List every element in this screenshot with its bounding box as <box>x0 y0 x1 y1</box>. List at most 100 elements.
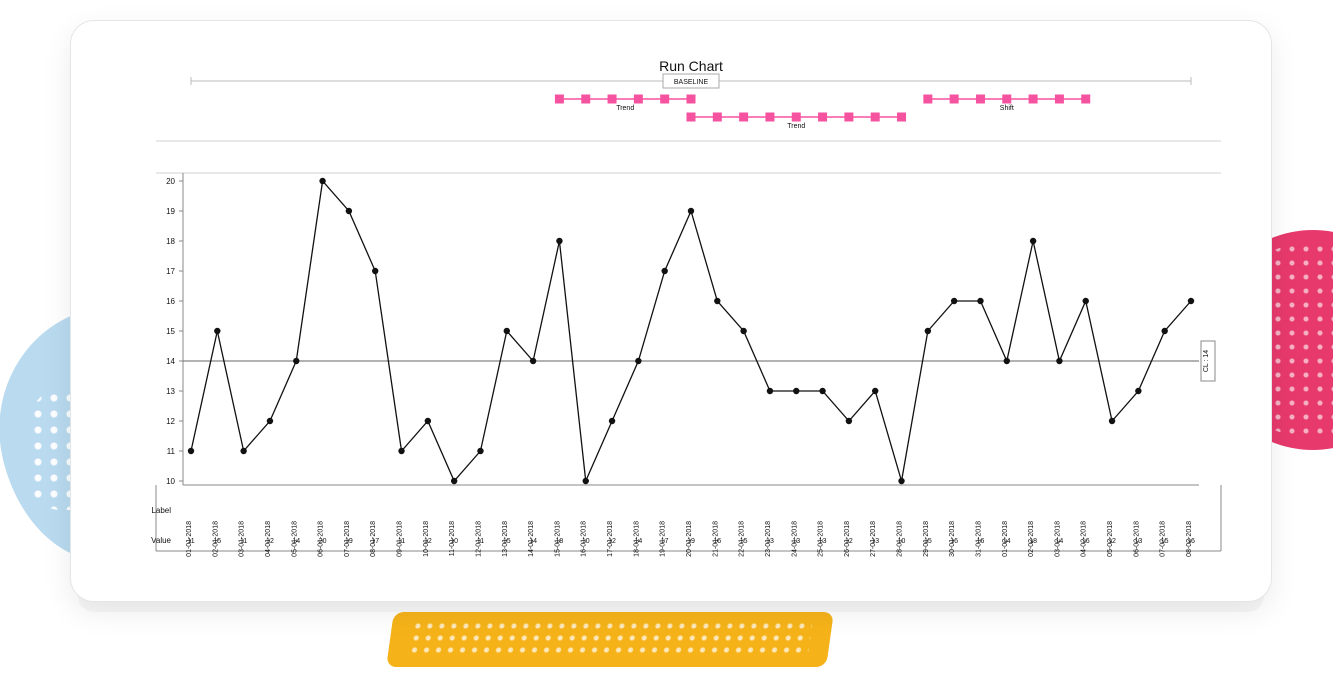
data-point <box>846 418 852 424</box>
x-tick-value: 16 <box>977 538 985 545</box>
y-tick: 14 <box>166 357 175 366</box>
chart-title: Run Chart <box>659 58 723 74</box>
x-tick-value: 13 <box>766 538 774 545</box>
x-tick-value: 15 <box>1161 538 1169 545</box>
data-point <box>556 238 562 244</box>
x-tick-value: 15 <box>740 538 748 545</box>
x-tick-value: 14 <box>1003 538 1011 545</box>
x-tick-value: 12 <box>608 538 616 545</box>
data-point <box>714 298 720 304</box>
data-point <box>925 328 931 334</box>
x-tick-value: 15 <box>924 538 932 545</box>
data-point <box>372 268 378 274</box>
data-point <box>398 448 404 454</box>
x-tick-value: 19 <box>345 538 353 545</box>
data-point <box>240 448 246 454</box>
x-tick-value: 10 <box>898 538 906 545</box>
data-point <box>477 448 483 454</box>
data-point <box>609 418 615 424</box>
data-point <box>1188 298 1194 304</box>
x-tick-value: 12 <box>266 538 274 545</box>
x-tick-value: 11 <box>240 538 247 545</box>
data-point <box>583 478 589 484</box>
row-label-label: Label <box>151 506 171 515</box>
data-point <box>214 328 220 334</box>
baseline-label: BASELINE <box>674 79 709 86</box>
x-tick-value: 11 <box>398 538 405 545</box>
x-tick-value: 14 <box>634 538 642 545</box>
data-point <box>661 268 667 274</box>
x-tick-value: 16 <box>1082 538 1090 545</box>
data-point <box>898 478 904 484</box>
x-tick-value: 15 <box>503 538 511 545</box>
data-point <box>188 448 194 454</box>
data-point <box>1056 358 1062 364</box>
y-tick: 20 <box>166 177 175 186</box>
y-tick: 18 <box>166 237 175 246</box>
x-tick-value: 15 <box>213 538 221 545</box>
y-tick: 15 <box>166 327 175 336</box>
data-point <box>425 418 431 424</box>
data-point <box>767 388 773 394</box>
device-frame: Run Chart BASELINE Trend Shift Trend 10 11 12 13… <box>70 20 1272 602</box>
data-point <box>740 328 746 334</box>
data-point <box>346 208 352 214</box>
chart-svg: Run Chart BASELINE Trend Shift Trend 10 11 12 13… <box>131 51 1231 571</box>
data-series <box>191 181 1191 481</box>
y-tick: 19 <box>166 207 175 216</box>
data-point <box>504 328 510 334</box>
x-tick-value: 17 <box>661 538 669 545</box>
x-tick-value: 18 <box>1029 538 1037 545</box>
x-tick-value: 11 <box>187 538 194 545</box>
data-point <box>267 418 273 424</box>
x-tick-value: 13 <box>819 538 827 545</box>
data-point <box>872 388 878 394</box>
y-tick: 12 <box>166 417 175 426</box>
data-point <box>819 388 825 394</box>
data-point <box>319 178 325 184</box>
data-point <box>951 298 957 304</box>
x-tick-value: 13 <box>1134 538 1142 545</box>
x-tick-value: 19 <box>687 538 695 545</box>
x-tick-value: 10 <box>582 538 590 545</box>
x-tick-value: 10 <box>450 538 458 545</box>
annotation-label: Trend <box>787 123 805 130</box>
data-point <box>793 388 799 394</box>
x-tick-value: 12 <box>1108 538 1116 545</box>
data-point <box>977 298 983 304</box>
x-tick-value: 12 <box>424 538 432 545</box>
x-tick-value: 14 <box>292 538 300 545</box>
decor-yellow-stripe <box>386 612 834 667</box>
x-tick-value: 11 <box>477 538 484 545</box>
x-tick-value: 16 <box>950 538 958 545</box>
x-tick-value: 13 <box>871 538 879 545</box>
x-tick-value: 16 <box>1187 538 1195 545</box>
y-tick: 13 <box>166 387 175 396</box>
data-point <box>1135 388 1141 394</box>
x-tick-value: 12 <box>845 538 853 545</box>
x-tick-value: 18 <box>556 538 564 545</box>
y-tick: 16 <box>166 297 175 306</box>
annotation-label: Trend <box>616 105 634 112</box>
x-tick-value: 16 <box>713 538 721 545</box>
x-tick-value: 17 <box>371 538 379 545</box>
data-point <box>530 358 536 364</box>
data-point <box>451 478 457 484</box>
data-point <box>688 208 694 214</box>
x-tick-value: 13 <box>792 538 800 545</box>
x-tick-value: 14 <box>529 538 537 545</box>
row-label-value: Value <box>151 536 171 545</box>
annotation-label: Shift <box>1000 105 1014 112</box>
y-tick: 17 <box>166 267 175 276</box>
data-point <box>1004 358 1010 364</box>
data-point <box>293 358 299 364</box>
y-tick: 11 <box>167 447 176 456</box>
y-tick: 10 <box>166 477 175 486</box>
data-point <box>1083 298 1089 304</box>
cl-label: CL : 14 <box>1203 350 1210 372</box>
data-point <box>1109 418 1115 424</box>
x-tick-value: 14 <box>1056 538 1064 545</box>
run-chart: Run Chart BASELINE Trend Shift Trend 10 11 12 13… <box>131 51 1231 571</box>
x-tick-value: 20 <box>319 538 327 545</box>
data-point <box>635 358 641 364</box>
